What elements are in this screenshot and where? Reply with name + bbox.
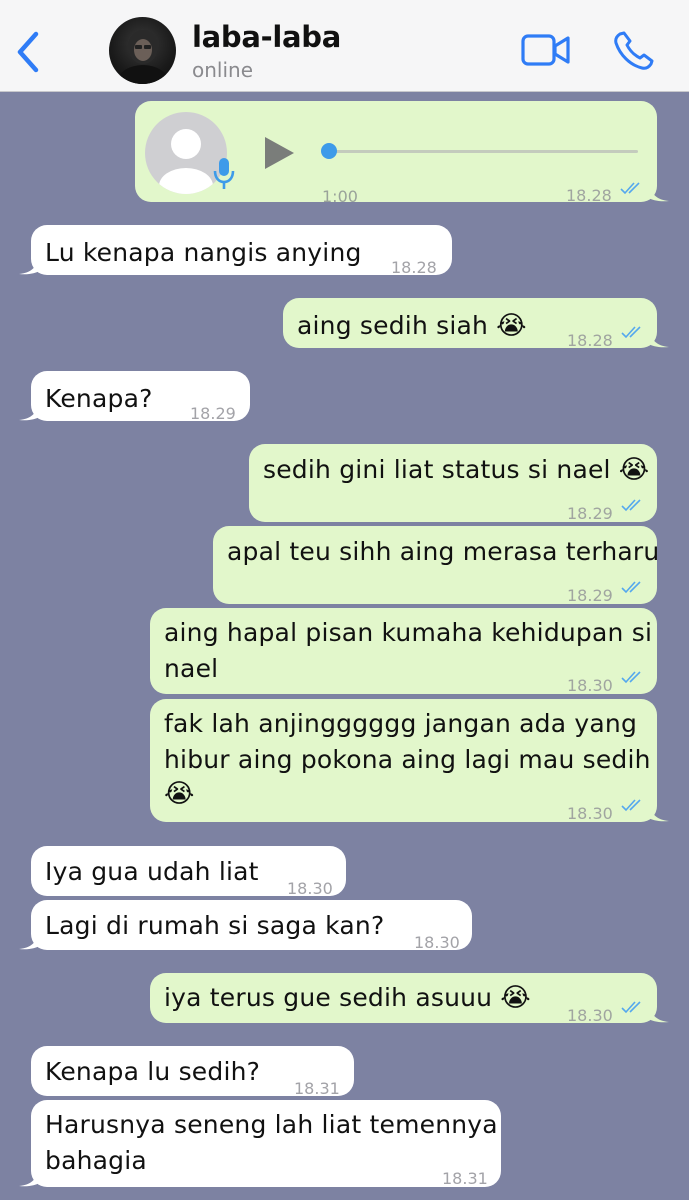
- outgoing-message[interactable]: sedih gini liat status si nael 😭 18.29: [249, 444, 657, 523]
- bubble-tail: [649, 1005, 669, 1023]
- outgoing-message[interactable]: iya terus gue sedih asuuu 😭 18.30: [150, 973, 669, 1025]
- message-text: aing hapal pisan kumaha kehidupan si: [164, 618, 653, 647]
- incoming-message[interactable]: Harusnya seneng lah liat temennya bahagia…: [19, 1100, 501, 1188]
- profile-photo-icon: [117, 30, 169, 84]
- video-call-button[interactable]: [521, 32, 571, 70]
- crying-emoji: 😭: [618, 455, 650, 485]
- message-text: Lagi di rumah si saga kan?: [45, 911, 385, 940]
- incoming-message[interactable]: Iya gua udah liat 18.30: [31, 846, 346, 898]
- message-text: Kenapa?: [45, 384, 153, 413]
- incoming-message[interactable]: Kenapa? 18.29: [19, 371, 250, 423]
- microphone-icon: [213, 158, 235, 189]
- crying-emoji: 😭: [500, 983, 531, 1013]
- outgoing-message[interactable]: fak lah anjingggggg jangan ada yang hibur…: [150, 699, 669, 823]
- outgoing-message[interactable]: apal teu sihh aing merasa terharu 18.29: [213, 526, 660, 605]
- voice-duration: 1:00: [322, 187, 358, 206]
- message-text: bahagia: [45, 1146, 147, 1175]
- message-text: Lu kenapa nangis anying: [45, 238, 362, 267]
- voice-progress-knob[interactable]: [321, 143, 337, 159]
- read-receipt-icon: [621, 499, 641, 512]
- play-icon[interactable]: [263, 136, 295, 170]
- chevron-left-icon: [17, 31, 39, 73]
- outgoing-message[interactable]: aing sedih siah 😭 18.28: [283, 298, 669, 350]
- incoming-message[interactable]: Lagi di rumah si saga kan? 18.30: [19, 900, 472, 952]
- message-time: 18.28: [391, 258, 437, 277]
- bubble-tail: [649, 184, 669, 202]
- message-text: apal teu sihh aing merasa terharu: [227, 537, 660, 566]
- contact-status: online: [192, 58, 254, 82]
- read-receipt-icon: [621, 581, 641, 594]
- message-text: hibur aing pokona aing lagi mau sedih: [164, 745, 651, 774]
- bubble-tail: [19, 932, 39, 950]
- message-time: 18.28: [566, 186, 612, 205]
- message-time: 18.31: [442, 1169, 488, 1188]
- message-time: 18.29: [190, 404, 236, 423]
- read-receipt-icon: [621, 1001, 641, 1014]
- back-button[interactable]: [14, 30, 44, 74]
- message-text: nael: [164, 654, 219, 683]
- read-receipt-icon: [620, 182, 640, 195]
- outgoing-message[interactable]: aing hapal pisan kumaha kehidupan si nael…: [150, 608, 657, 695]
- chat-header: laba-laba online: [0, 0, 689, 92]
- message-time: 18.28: [567, 331, 613, 350]
- voice-progress-track[interactable]: [325, 150, 638, 153]
- message-text: sedih gini liat status si nael 😭: [263, 455, 650, 485]
- bubble-tail: [19, 257, 39, 275]
- bubble-tail: [649, 330, 669, 348]
- bubble-tail: [19, 403, 39, 421]
- bubble-tail: [649, 804, 669, 822]
- crying-emoji: 😭: [164, 779, 195, 809]
- message-text: iya terus gue sedih asuuu 😭: [164, 983, 531, 1013]
- message-text: aing sedih siah 😭: [297, 311, 527, 341]
- read-receipt-icon: [621, 799, 641, 812]
- message-text: fak lah anjingggggg jangan ada yang: [164, 709, 638, 738]
- contact-avatar[interactable]: [109, 17, 176, 84]
- message-time: 18.30: [567, 804, 613, 823]
- message-text: Iya gua udah liat: [45, 857, 259, 886]
- video-camera-icon: [521, 34, 570, 66]
- voice-call-button[interactable]: [612, 30, 656, 72]
- read-receipt-icon: [621, 326, 641, 339]
- voice-message-bubble[interactable]: 1:00 18.28: [135, 101, 669, 206]
- read-receipt-icon: [621, 671, 641, 684]
- message-text: Kenapa lu sedih?: [45, 1057, 261, 1086]
- crying-emoji: 😭: [496, 311, 527, 341]
- contact-name[interactable]: laba-laba: [192, 20, 341, 54]
- incoming-message[interactable]: Lu kenapa nangis anying 18.28: [19, 225, 452, 277]
- message-time: 18.30: [567, 1006, 613, 1025]
- message-time: 18.30: [414, 933, 460, 952]
- incoming-message[interactable]: Kenapa lu sedih? 18.31: [31, 1046, 354, 1098]
- bubble-tail: [19, 1169, 39, 1187]
- phone-icon: [614, 31, 654, 70]
- message-text: Harusnya seneng lah liat temennya: [45, 1110, 498, 1139]
